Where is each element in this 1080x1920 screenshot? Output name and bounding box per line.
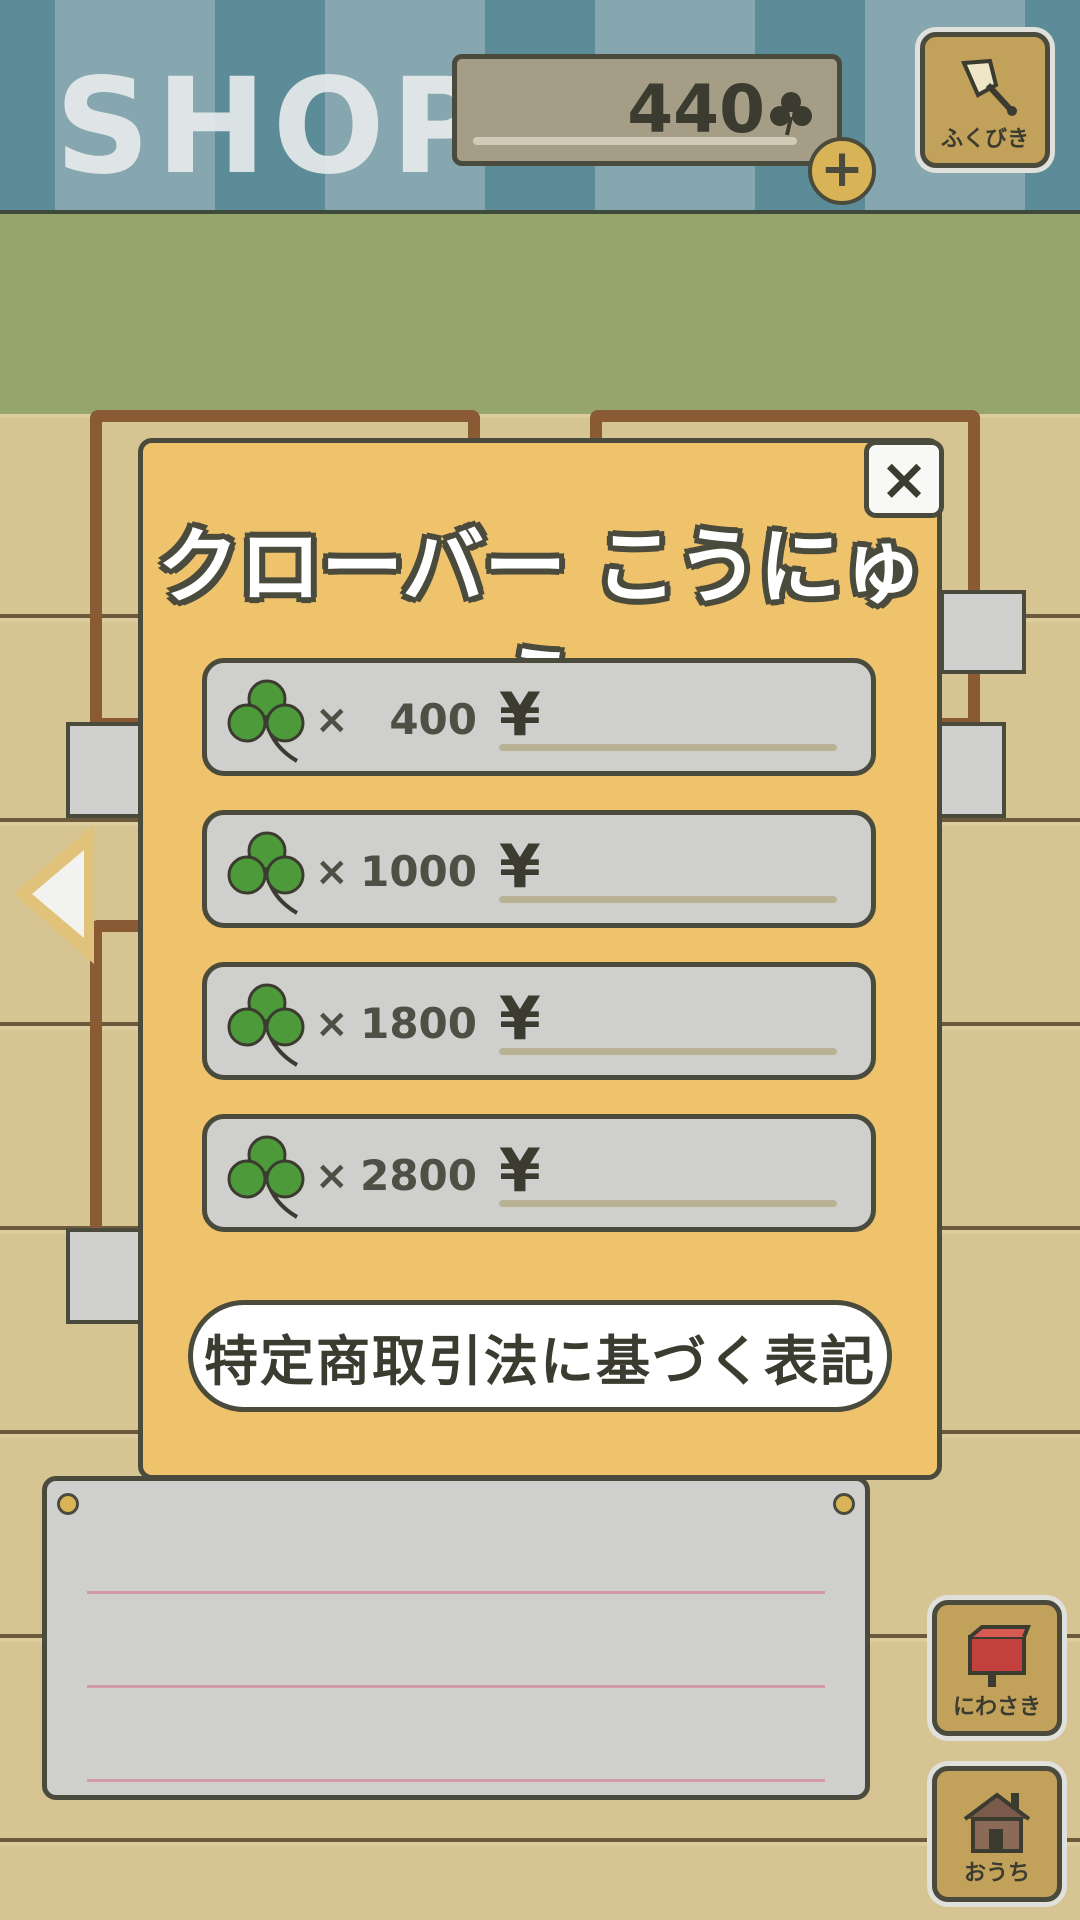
wall-band: [0, 214, 1080, 414]
garden-button[interactable]: にわさき: [932, 1600, 1062, 1736]
yen-sign: ¥: [499, 832, 541, 902]
garden-mailbox-icon: [968, 1625, 1031, 1687]
plus-icon: +: [820, 139, 864, 199]
clover-amount: 1000: [360, 847, 477, 896]
purchase-option-1800[interactable]: × 1800 ¥: [202, 962, 876, 1080]
clover-icon: [227, 1135, 305, 1219]
info-board: [42, 1476, 870, 1800]
home-button[interactable]: おうち: [932, 1766, 1062, 1902]
clover-icon: [227, 679, 305, 763]
clover-amount: 1800: [360, 999, 477, 1048]
legal-notice-button[interactable]: 特定商取引法に基づく表記: [188, 1300, 892, 1412]
purchase-option-1000[interactable]: × 1000 ¥: [202, 810, 876, 928]
clover-icon: [770, 92, 812, 136]
nail: [57, 1493, 79, 1515]
lottery-label: ふくびき: [940, 127, 1029, 152]
price-underline: [499, 1200, 837, 1207]
yen-sign: ¥: [499, 984, 541, 1054]
price-underline: [499, 896, 837, 903]
clover-icon: [227, 831, 305, 915]
lottery-button[interactable]: ふくびき: [920, 32, 1050, 168]
price-underline: [499, 744, 837, 751]
yen-sign: ¥: [499, 1136, 541, 1206]
legal-notice-label: 特定商取引法に基づく表記: [204, 1329, 876, 1393]
purchase-option-400[interactable]: × 400 ¥: [202, 658, 876, 776]
board-rule-line: [87, 1779, 825, 1782]
price-underline: [499, 1048, 837, 1055]
clover-amount: 2800: [360, 1151, 477, 1200]
house-icon: [963, 1792, 1031, 1853]
garden-label: にわさき: [952, 1695, 1041, 1720]
clover-icon: [227, 983, 305, 1067]
clover-balance-display: 440: [452, 54, 842, 166]
multiply-sign: ×: [315, 697, 349, 743]
page-title: SHOP: [55, 50, 494, 204]
nail: [833, 1493, 855, 1515]
left-arrow-highlight: [32, 850, 84, 938]
board-rule-line: [87, 1591, 825, 1594]
clover-amount: 400: [389, 695, 477, 744]
multiply-sign: ×: [315, 1001, 349, 1047]
add-clover-button[interactable]: +: [808, 137, 876, 205]
home-label: おうち: [963, 1861, 1030, 1886]
multiply-sign: ×: [315, 849, 349, 895]
purchase-option-2800[interactable]: × 2800 ¥: [202, 1114, 876, 1232]
lottery-bell-icon: [961, 58, 1017, 116]
item-price-tag: [940, 590, 1026, 674]
yen-sign: ¥: [499, 680, 541, 750]
multiply-sign: ×: [315, 1153, 349, 1199]
counter-shine: [473, 137, 797, 145]
board-rule-line: [87, 1685, 825, 1688]
